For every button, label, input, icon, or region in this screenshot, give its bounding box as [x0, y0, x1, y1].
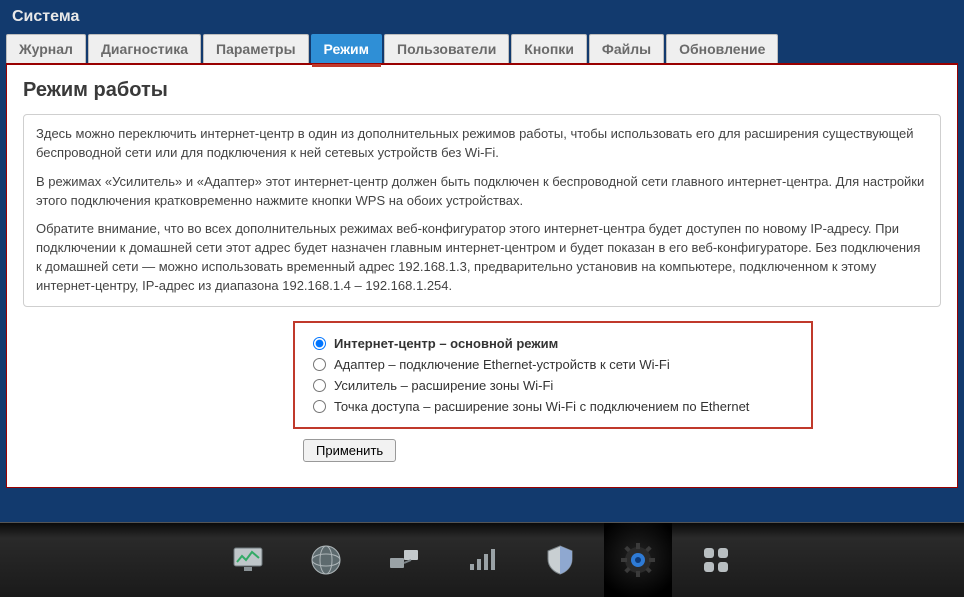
tab-users[interactable]: Пользователи [384, 34, 509, 63]
network-icon [386, 542, 422, 578]
tab-buttons[interactable]: Кнопки [511, 34, 587, 63]
mode-option-repeater[interactable]: Усилитель – расширение зоны Wi-Fi [313, 375, 793, 396]
footer-btn-shield[interactable] [526, 523, 594, 597]
tab-files[interactable]: Файлы [589, 34, 664, 63]
footer-btn-globe[interactable] [292, 523, 360, 597]
apps-icon [698, 542, 734, 578]
footer-nav [0, 522, 964, 597]
monitor-icon [230, 542, 266, 578]
footer-btn-apps[interactable] [682, 523, 750, 597]
mode-option-ap[interactable]: Точка доступа – расширение зоны Wi-Fi с … [313, 396, 793, 417]
tab-parameters[interactable]: Параметры [203, 34, 309, 63]
description-p1: Здесь можно переключить интернет-центр в… [36, 125, 928, 163]
mode-radio-main[interactable] [313, 337, 326, 350]
footer-btn-settings[interactable] [604, 523, 672, 597]
tabbar: Журнал Диагностика Параметры Режим Польз… [0, 34, 964, 63]
shield-icon [542, 542, 578, 578]
panel-title: Режим работы [23, 79, 941, 102]
description-p3: Обратите внимание, что во всех дополните… [36, 220, 928, 295]
tab-journal[interactable]: Журнал [6, 34, 86, 63]
page-header: Система [0, 0, 964, 34]
page-title: Система [12, 8, 79, 25]
mode-radio-repeater[interactable] [313, 379, 326, 392]
tab-diagnostics[interactable]: Диагностика [88, 34, 201, 63]
mode-radio-adapter[interactable] [313, 358, 326, 371]
spacer [0, 488, 964, 522]
tab-mode[interactable]: Режим [311, 34, 382, 63]
footer-btn-monitor[interactable] [214, 523, 282, 597]
description-box: Здесь можно переключить интернет-центр в… [23, 114, 941, 307]
content-panel: Режим работы Здесь можно переключить инт… [6, 63, 958, 488]
mode-option-adapter[interactable]: Адаптер – подключение Ethernet-устройств… [313, 354, 793, 375]
mode-radio-ap[interactable] [313, 400, 326, 413]
tab-update[interactable]: Обновление [666, 34, 778, 63]
footer-btn-signal[interactable] [448, 523, 516, 597]
footer-btn-network[interactable] [370, 523, 438, 597]
description-p2: В режимах «Усилитель» и «Адаптер» этот и… [36, 173, 928, 211]
mode-option-main[interactable]: Интернет-центр – основной режим [313, 333, 793, 354]
gear-icon [620, 542, 656, 578]
signal-icon [464, 542, 500, 578]
mode-selector: Интернет-центр – основной режим Адаптер … [293, 321, 813, 429]
apply-button[interactable]: Применить [303, 439, 396, 462]
globe-icon [308, 542, 344, 578]
